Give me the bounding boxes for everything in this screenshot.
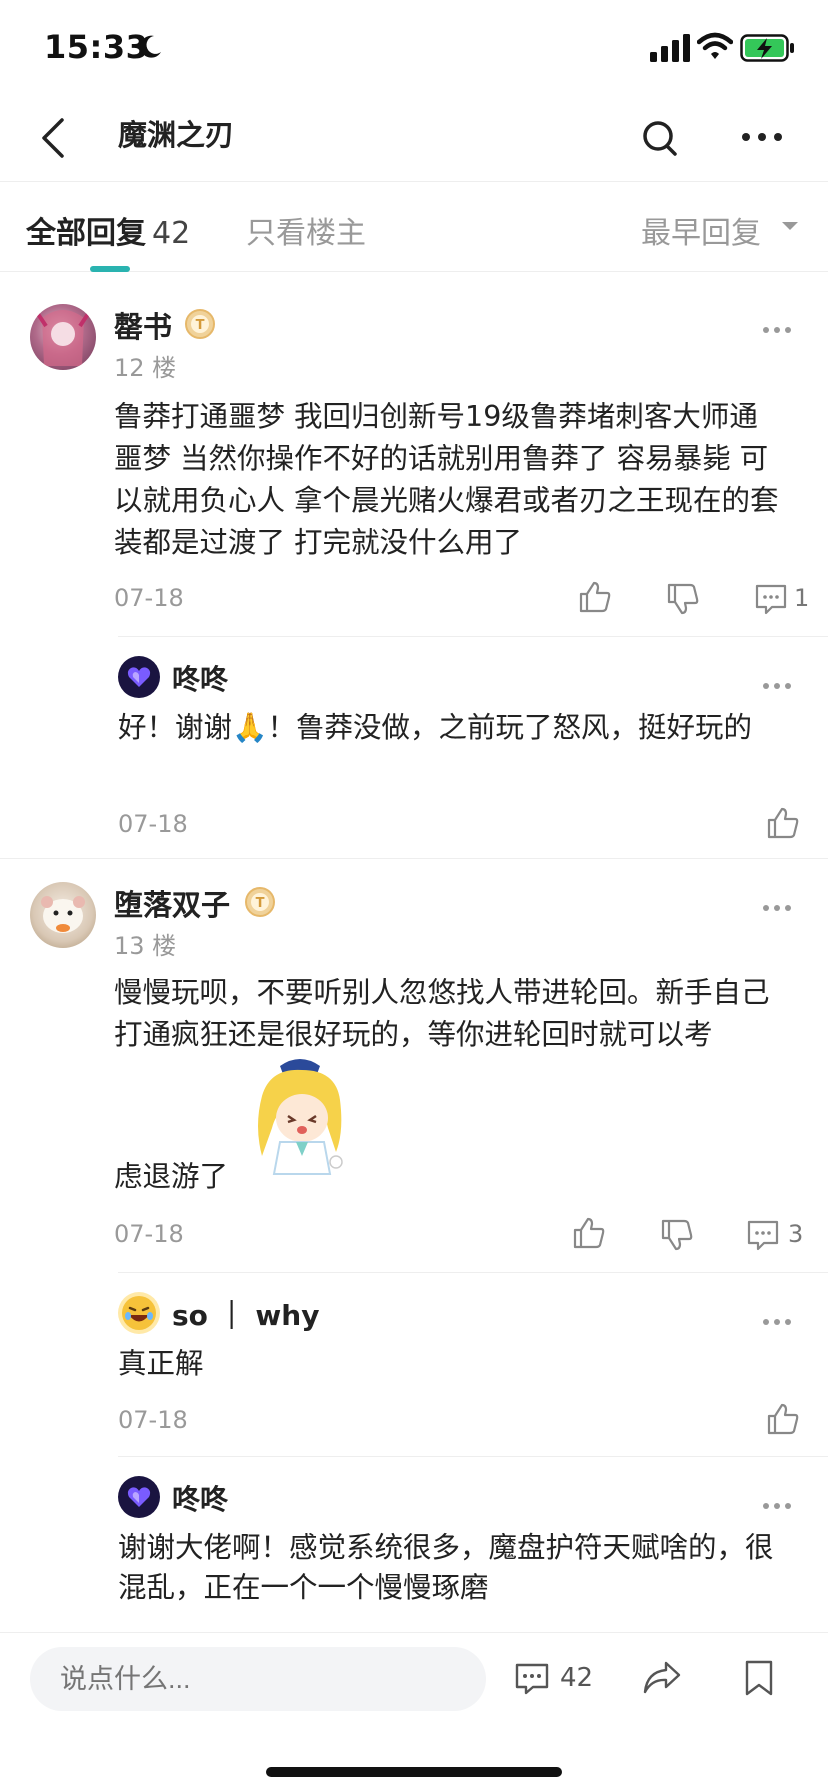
status-bar: 15:33 xyxy=(0,0,828,96)
tab-all-count: 42 xyxy=(152,216,191,251)
like-icon[interactable] xyxy=(578,580,612,614)
post-content: 鲁莽打通噩梦 我回归创新号19级鲁莽堵刺客大师通噩梦 当然你操作不好的话就别用鲁… xyxy=(114,400,779,559)
floor-number: 12 楼 xyxy=(114,354,177,382)
divider xyxy=(0,858,828,859)
post-date: 07-18 xyxy=(114,1220,184,1248)
username[interactable]: 堕落双子 xyxy=(114,882,230,924)
tab-op-only[interactable]: 只看楼主 xyxy=(246,208,366,252)
post-floor-12: 罄书 T 12 楼 鲁莽打通噩梦 我回归创新号19级鲁莽堵刺客大师通噩梦 当然你… xyxy=(0,280,828,860)
reply-content: 谢谢大佬啊！感觉系统很多，魔盘护符天赋啥的，很混乱，正在一个一个慢慢琢磨 xyxy=(118,1531,774,1604)
laughing-emoji-avatar-icon xyxy=(122,1296,156,1330)
reply-date: 07-18 xyxy=(118,1406,188,1434)
username[interactable]: so ｜ why xyxy=(172,1294,319,1334)
comment-icon[interactable] xyxy=(754,582,788,616)
username[interactable]: 罄书 xyxy=(114,304,172,346)
signal-icon xyxy=(650,34,690,62)
dislike-icon[interactable] xyxy=(666,582,700,616)
level-badge-icon: T xyxy=(245,887,275,917)
svg-text:T: T xyxy=(256,896,265,911)
share-icon[interactable] xyxy=(642,1659,682,1697)
search-icon[interactable] xyxy=(640,116,680,160)
moon-icon xyxy=(140,35,161,58)
more-options-icon[interactable] xyxy=(762,682,792,690)
post-content: 慢慢玩呗，不要听别人忽悠找人带进轮回。新手自己打通疯狂还是很好玩的，等你进轮回时… xyxy=(114,976,770,1051)
more-options-icon[interactable] xyxy=(762,1318,792,1326)
status-time: 15:33 xyxy=(44,28,149,66)
tab-all-label: 全部回复 xyxy=(26,216,146,251)
caret-down-icon[interactable] xyxy=(780,220,800,232)
post-content-end: 虑退游了 xyxy=(114,1160,229,1193)
avatar-image xyxy=(36,310,90,366)
more-options-icon[interactable] xyxy=(762,1502,792,1510)
comment-input[interactable] xyxy=(30,1647,486,1711)
like-icon[interactable] xyxy=(766,1402,800,1436)
heart-avatar-icon xyxy=(127,667,151,687)
page-title: 魔渊之刃 xyxy=(118,118,235,152)
reply-date: 07-18 xyxy=(118,810,188,838)
more-options-icon[interactable] xyxy=(762,326,792,334)
divider xyxy=(118,636,828,637)
like-icon[interactable] xyxy=(766,806,800,840)
bookmark-icon[interactable] xyxy=(743,1659,775,1697)
avatar[interactable] xyxy=(30,304,96,370)
avatar[interactable] xyxy=(30,882,96,948)
wifi-icon xyxy=(697,32,733,59)
back-icon[interactable] xyxy=(36,116,70,160)
comment-icon[interactable] xyxy=(514,1661,550,1697)
avatar-image xyxy=(41,896,85,933)
nav-bar: 魔渊之刃 xyxy=(0,96,828,182)
divider xyxy=(118,1456,828,1457)
tab-bar: 全部回复 42 只看楼主 最早回复 xyxy=(0,182,828,272)
battery-charging-icon xyxy=(740,34,794,62)
tab-all-replies[interactable]: 全部回复 42 xyxy=(26,208,190,252)
dislike-icon[interactable] xyxy=(660,1218,694,1252)
svg-text:T: T xyxy=(196,318,205,333)
comment-count: 42 xyxy=(560,1663,594,1693)
reply-count: 3 xyxy=(788,1220,804,1248)
anime-sticker xyxy=(258,1059,343,1175)
avatar[interactable] xyxy=(118,1476,160,1518)
post-floor-13: 堕落双子 T 13 楼 慢慢玩呗，不要听别人忽悠找人带进轮回。新手自己打通疯狂还… xyxy=(0,860,828,1640)
reply-content: 真正解 xyxy=(118,1347,204,1380)
bottom-bar: 42 xyxy=(0,1632,828,1792)
tab-active-indicator xyxy=(90,266,130,272)
more-options-icon[interactable] xyxy=(740,124,784,150)
avatar[interactable] xyxy=(118,1292,160,1334)
avatar[interactable] xyxy=(118,656,160,698)
home-indicator xyxy=(266,1767,562,1777)
more-options-icon[interactable] xyxy=(762,904,792,912)
username[interactable]: 咚咚 xyxy=(172,1478,228,1518)
divider xyxy=(118,1272,828,1273)
floor-number: 13 楼 xyxy=(114,932,177,960)
post-date: 07-18 xyxy=(114,584,184,612)
like-icon[interactable] xyxy=(572,1216,606,1250)
reply-count: 1 xyxy=(794,584,810,612)
level-badge-icon: T xyxy=(185,309,215,339)
sort-dropdown[interactable]: 最早回复 xyxy=(641,208,761,252)
heart-avatar-icon xyxy=(127,1487,151,1507)
reply-content: 好！谢谢🙏！鲁莽没做，之前玩了怒风，挺好玩的 xyxy=(118,711,752,744)
comment-icon[interactable] xyxy=(746,1218,780,1252)
username[interactable]: 咚咚 xyxy=(172,658,228,698)
